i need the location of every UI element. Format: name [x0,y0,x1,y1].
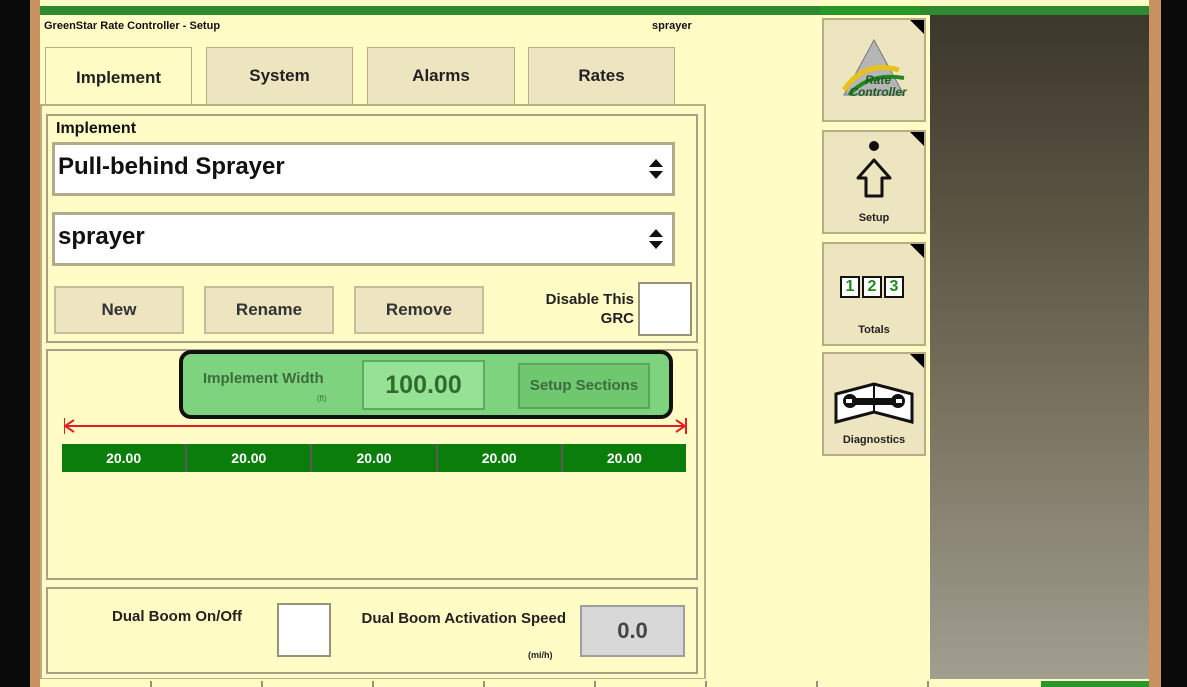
tab-label: Implement [75,67,162,87]
bottom-status-segment [1041,681,1149,687]
up-down-arrow-icon [649,229,663,249]
implement-width-group: Implement Width (ft) 100.00 Setup Sectio… [179,350,673,419]
profile-name: sprayer [652,20,692,32]
implement-type-select[interactable]: Pull-behind Sprayer [52,142,675,196]
tab-label: Rates [578,66,625,85]
boom-section: 20.00 [187,444,313,472]
diagnostics-button[interactable]: Diagnostics [822,352,926,456]
disable-grc-label: Disable This GRC [545,291,634,327]
implement-name-value: sprayer [58,223,145,250]
dual-boom-speed-input[interactable]: 0.0 [580,605,685,657]
boom-section: 20.00 [62,444,188,472]
dual-boom-speed-unit: (mi/h) [528,650,553,660]
remove-button-label: Remove [385,300,453,319]
setup-button[interactable]: Setup [822,130,926,234]
bezel-left [0,0,32,687]
rate-controller-button[interactable]: Rate Controller [822,18,926,122]
corner-marker [910,244,924,258]
camera-view [930,15,1149,687]
boom-section: 20.00 [606,450,642,466]
display-screen: GreenStar Rate Controller - Setup spraye… [40,0,1149,687]
softkey-divider [816,681,818,687]
totals-digits-icon: 1 2 3 [840,276,904,298]
softkey-divider [261,681,263,687]
softkey-divider [927,681,929,687]
implement-width-label: Implement Width [203,370,324,387]
dual-boom-checkbox[interactable] [277,603,331,657]
softkey-divider [372,681,374,687]
tab-alarms[interactable]: Alarms [367,47,515,105]
softkey-divider [150,681,152,687]
tab-system[interactable]: System [206,47,353,105]
implement-section-label: Implement [56,120,137,137]
rate-controller-text: Rate Controller [849,73,907,99]
tab-rates[interactable]: Rates [528,47,675,105]
setup-sections-button[interactable]: Setup Sections [518,363,650,409]
top-status-bar [40,6,1149,15]
boom-section: 20.00 [438,444,563,472]
tab-label: Alarms [412,66,470,85]
totals-button[interactable]: 1 2 3 Totals [822,242,926,346]
dual-boom-speed-label: Dual Boom Activation Speed [361,610,566,627]
implement-name-select[interactable]: sprayer [52,212,675,266]
tab-implement[interactable]: Implement [45,47,192,107]
boom-section: 20.00 [312,444,438,472]
totals-label: Totals [858,324,890,336]
totals-digit: 3 [884,276,904,298]
bezel-right [1161,0,1187,687]
tab-label: System [249,66,310,85]
rate-controller-logo-icon [841,38,905,97]
remove-button[interactable]: Remove [354,286,484,334]
new-button-label: New [101,300,137,319]
setup-label: Setup [858,212,890,224]
rename-button[interactable]: Rename [204,286,334,334]
boom-sections-bar: 20.00 20.00 20.00 20.00 20.00 [62,444,686,472]
totals-digit: 2 [862,276,882,298]
implement-width-unit: (ft) [317,394,327,403]
bezel-trim-right [1149,0,1161,687]
new-button[interactable]: New [54,286,184,334]
softkey-divider [594,681,596,687]
disable-grc-checkbox[interactable] [638,282,692,336]
dual-boom-onoff-label: Dual Boom On/Off [112,608,242,625]
rename-button-label: Rename [235,300,303,319]
totals-digit: 1 [840,276,860,298]
diagnostics-label: Diagnostics [842,434,906,446]
implement-width-input[interactable]: 100.00 [362,360,485,410]
page-title: GreenStar Rate Controller - Setup [44,20,221,32]
up-down-arrow-icon [649,159,663,179]
softkey-divider [483,681,485,687]
top-status-segment [820,6,920,15]
bezel-trim-left [30,0,40,687]
softkey-divider [705,681,707,687]
width-dimension-arrow [64,418,687,434]
implement-type-value: Pull-behind Sprayer [58,153,285,180]
